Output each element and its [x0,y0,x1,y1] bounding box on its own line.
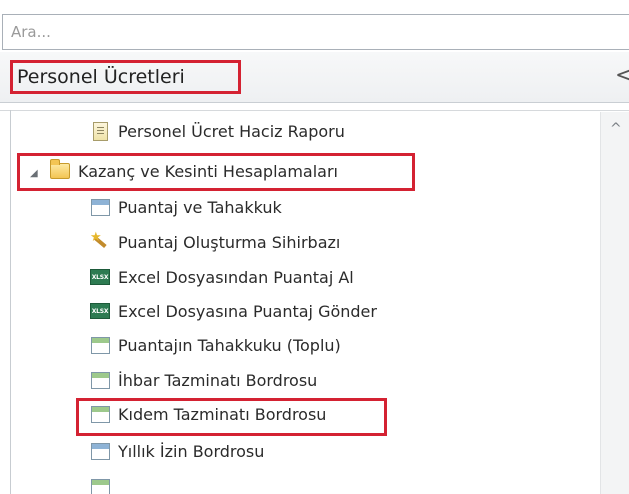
xlsx-badge: XLSX [90,269,110,285]
tree-item-label: Personel Ücret Haciz Raporu [118,121,345,141]
collapse-chevron-icon[interactable]: < [615,65,629,87]
tree-guide-line [10,110,11,494]
tree-item-label: Puantajın Tahakkuku (Toplu) [118,335,341,355]
tree-item-label: Puantaj ve Tahakkuk [118,197,282,217]
scroll-up-arrow-icon[interactable]: ^ [610,122,622,136]
tree-item-label: Puantaj Oluşturma Sihirbazı [118,232,341,252]
panel-title[interactable]: Personel Ücretleri [10,60,241,94]
excel-xlsx-icon: XLSX [90,301,110,321]
highlight-box-folder [17,153,415,191]
form-window-icon [90,477,110,494]
tree-item-ihbar-tazminati[interactable]: İhbar Tazminatı Bordrosu [90,365,317,395]
search-box[interactable] [2,14,629,50]
tree-item-haciz-raporu[interactable]: Personel Ücret Haciz Raporu [90,116,345,146]
tree-item-puantaj-tahakkuk[interactable]: Puantaj ve Tahakkuk [90,192,282,222]
excel-xlsx-icon: XLSX [90,267,110,287]
tree-item-label: İhbar Tazminatı Bordrosu [118,370,318,390]
wizard-icon [90,230,110,252]
tree-item-label: Yıllık İzin Bordrosu [118,441,265,461]
form-window-icon [90,335,110,355]
tree-item-yillik-izin[interactable]: Yıllık İzin Bordrosu [90,436,264,466]
highlight-box-kidem [76,398,387,436]
vertical-scrollbar[interactable]: ^ [600,112,629,494]
app-window: Personel Ücretleri < ^ Personel Ücret Ha… [0,0,629,494]
form-window-icon [90,441,110,461]
tree-item-partial[interactable] [90,472,118,494]
form-window-icon [90,370,110,390]
tree-item-label: Excel Dosyasından Puantaj Al [118,267,354,287]
search-input[interactable] [3,15,629,49]
tree-item-puantaj-tahakkuku-toplu[interactable]: Puantajın Tahakkuku (Toplu) [90,330,341,360]
panel-header: Personel Ücretleri < [0,52,629,103]
form-window-icon [90,197,110,217]
tree-item-excel-puantaj-gonder[interactable]: XLSX Excel Dosyasına Puantaj Gönder [90,296,377,326]
report-icon [90,121,110,141]
tree-item-excel-puantaj-al[interactable]: XLSX Excel Dosyasından Puantaj Al [90,262,354,292]
xlsx-badge: XLSX [90,303,110,319]
tree-item-puantaj-sihirbazi[interactable]: Puantaj Oluşturma Sihirbazı [90,227,340,257]
tree-item-label: Excel Dosyasına Puantaj Gönder [118,301,377,321]
